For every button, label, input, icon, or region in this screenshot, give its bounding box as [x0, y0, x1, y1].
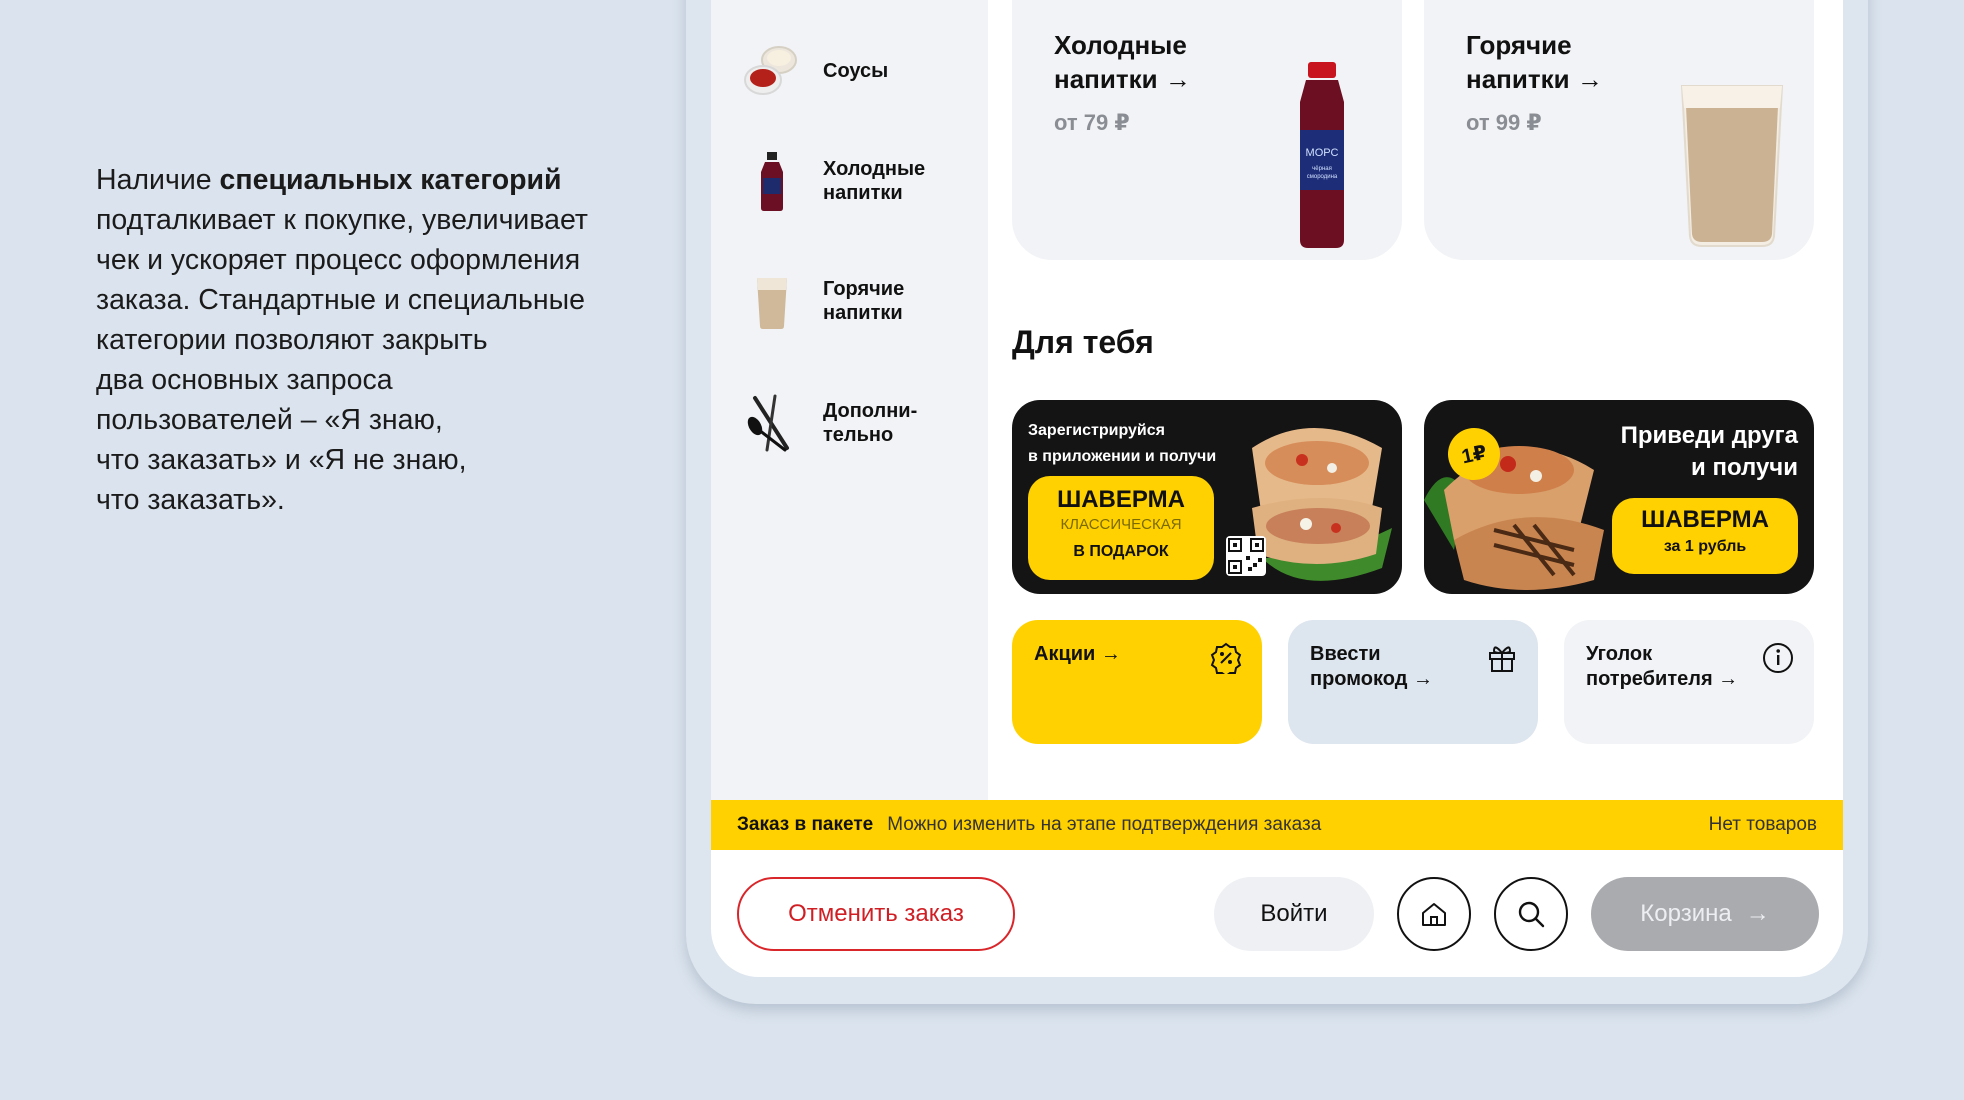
- description-text: Наличие специальных категорий подталкива…: [96, 160, 656, 520]
- promo-note: за 1 рубль: [1663, 538, 1747, 555]
- sauce-icon: [741, 40, 803, 102]
- home-icon: [1422, 903, 1446, 926]
- category-card-title: Холодные напитки →: [1054, 30, 1191, 94]
- sidebar-item-label: Холодные напитки: [823, 158, 926, 204]
- category-card-cold-drinks[interactable]: Холодные напитки → от 79 ₽ МОРС чёрная с…: [1012, 0, 1402, 260]
- percent-badge-icon: [1210, 642, 1242, 678]
- consumer-corner-link[interactable]: Уголок потребителя →: [1564, 620, 1814, 744]
- arrow-right-icon: →: [1745, 900, 1770, 927]
- promo-title: ШАВЕРМА: [1641, 506, 1769, 533]
- quick-link-label: Уголок потребителя →: [1586, 643, 1739, 690]
- promo-subtitle: КЛАССИЧЕСКАЯ: [1060, 516, 1182, 533]
- order-type-hint: Можно изменить на этапе подтверждения за…: [887, 814, 1322, 835]
- sidebar-item-sauces[interactable]: Соусы: [741, 40, 963, 102]
- bottle-label-sub: смородина: [1307, 174, 1338, 180]
- promo-badge: ШАВЕРМА КЛАССИЧЕСКАЯ В ПОДАРОК: [1028, 476, 1214, 580]
- description-line: что заказать».: [96, 484, 285, 516]
- coffee-cup-image: [1680, 85, 1784, 247]
- banner-text: Зарегистрируйся: [1028, 422, 1165, 439]
- shawarma-image: [1424, 446, 1604, 590]
- promo-banner-invite-friend[interactable]: 1₽ Приведи друга и получи ШАВЕРМА за 1 р…: [1424, 400, 1814, 594]
- category-card-price: от 79 ₽: [1054, 110, 1130, 135]
- description-line: пользователей – «Я знаю,: [96, 404, 443, 436]
- cold-drink-icon: [741, 150, 803, 212]
- cart-status: Нет товаров: [1708, 814, 1817, 835]
- hot-drink-icon: [741, 270, 803, 332]
- promo-banner-register[interactable]: Зарегистрируйся в приложении и получи ША…: [1012, 400, 1402, 594]
- search-button[interactable]: [1494, 877, 1568, 951]
- bottle-image: МОРС чёрная смородина: [1300, 62, 1344, 248]
- qr-code-icon: [1226, 536, 1266, 576]
- order-type-label: Заказ в пакете: [737, 814, 874, 835]
- gift-icon: [1486, 642, 1518, 674]
- description-line: чек и ускоряет процесс оформления: [96, 244, 581, 276]
- description-line: подталкивает к покупке, увеличивает: [96, 204, 588, 236]
- category-card-price: от 99 ₽: [1466, 110, 1542, 135]
- banner-text: и получи: [1691, 454, 1798, 481]
- description-line: категории позволяют закрыть: [96, 324, 488, 356]
- cancel-order-button[interactable]: Отменить заказ: [737, 877, 1015, 951]
- quick-link-label: Акции →: [1034, 643, 1121, 665]
- section-title-for-you: Для тебя: [1012, 324, 1154, 360]
- banner-text: в приложении и получи: [1028, 448, 1217, 465]
- sidebar-item-hot-drinks[interactable]: Горячие напитки: [741, 270, 963, 332]
- bottle-label-text: МОРС: [1306, 147, 1339, 159]
- app-screen: Соусы Холодные напитки Горячие напитки Д…: [711, 0, 1843, 977]
- banner-text: Приведи друга: [1620, 422, 1798, 449]
- sidebar-item-label: Горячие напитки: [823, 278, 905, 324]
- order-status-bar: Заказ в пакете Можно изменить на этапе п…: [711, 800, 1843, 850]
- promo-title: ШАВЕРМА: [1057, 486, 1185, 513]
- sidebar-item-label: Дополни- тельно: [823, 400, 918, 446]
- description-line: заказа. Стандартные и специальные: [96, 284, 585, 316]
- sidebar-item-extra[interactable]: Дополни- тельно: [741, 392, 963, 454]
- category-card-title: Горячие напитки →: [1466, 30, 1603, 94]
- cutlery-icon: [741, 392, 803, 454]
- promo-code-link[interactable]: Ввести промокод →: [1288, 620, 1538, 744]
- sidebar-item-label: Соусы: [823, 60, 889, 82]
- login-button[interactable]: Войти: [1214, 877, 1374, 951]
- promo-note: В ПОДАРОК: [1073, 543, 1169, 560]
- promotions-link[interactable]: Акции →: [1012, 620, 1262, 744]
- promo-badge: ШАВЕРМА за 1 рубль: [1612, 498, 1798, 574]
- description-line: два основных запроса: [96, 364, 393, 396]
- category-sidebar: Соусы Холодные напитки Горячие напитки Д…: [711, 0, 988, 800]
- search-icon: [1518, 901, 1545, 928]
- home-button[interactable]: [1397, 877, 1471, 951]
- quick-link-label: Ввести промокод →: [1310, 643, 1433, 690]
- category-card-hot-drinks[interactable]: Горячие напитки → от 99 ₽: [1424, 0, 1814, 260]
- description-line: Наличие специальных категорий: [96, 164, 562, 196]
- sidebar-item-cold-drinks[interactable]: Холодные напитки: [741, 150, 963, 212]
- cart-label: Корзина: [1640, 900, 1732, 927]
- cart-button[interactable]: Корзина →: [1591, 877, 1819, 951]
- info-icon: [1762, 642, 1794, 674]
- bottle-label-sub: чёрная: [1312, 166, 1332, 172]
- description-line: что заказать» и «Я не знаю,: [96, 444, 467, 476]
